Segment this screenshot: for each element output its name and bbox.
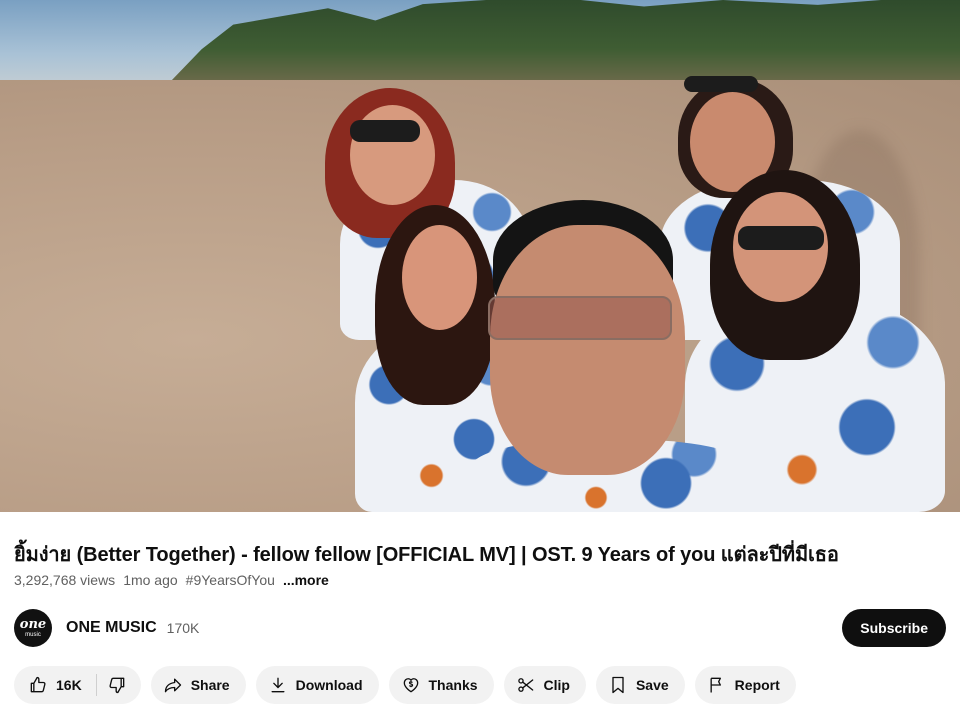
channel-avatar[interactable]: one music [14, 609, 52, 647]
video-meta: 3,292,768 views 1mo ago #9YearsOfYou ...… [14, 572, 329, 588]
person-face [490, 225, 685, 475]
channel-row: one music ONE MUSIC 170K Subscribe [14, 608, 946, 648]
share-arrow-icon [164, 678, 181, 693]
like-button[interactable]: 16K [14, 666, 96, 704]
thanks-button[interactable]: Thanks [388, 666, 494, 704]
thumbs-down-icon [109, 677, 125, 694]
person-face [402, 225, 477, 330]
sunglasses [350, 120, 420, 142]
download-label: Download [295, 677, 363, 693]
avatar-logo-subtext: music [25, 632, 41, 638]
hashtag-link[interactable]: #9YearsOfYou [186, 572, 275, 588]
video-title: ยิ้มง่าย (Better Together) - fellow fell… [14, 544, 839, 566]
share-button[interactable]: Share [150, 666, 246, 704]
sunglasses [738, 226, 824, 250]
dislike-button[interactable] [97, 666, 141, 704]
action-bar: 16K Share Download Thanks Clip Save Repo… [14, 666, 796, 704]
subscribe-button[interactable]: Subscribe [842, 609, 946, 647]
save-label: Save [635, 677, 669, 693]
download-icon [271, 677, 285, 693]
upload-age: 1mo ago [123, 572, 178, 588]
sunglasses [684, 76, 758, 92]
avatar-logo-text: one [19, 617, 47, 632]
scissors-icon [517, 678, 533, 692]
flag-icon [710, 677, 721, 693]
subscriber-count: 170K [166, 620, 200, 636]
thanks-label: Thanks [428, 677, 478, 693]
view-count: 3,292,768 views [14, 572, 116, 588]
share-label: Share [190, 677, 230, 693]
thumbs-up-icon [30, 676, 46, 693]
video-player[interactable] [0, 0, 960, 512]
dollar-heart-icon [403, 678, 418, 693]
save-button[interactable]: Save [595, 666, 685, 704]
clip-label: Clip [543, 677, 570, 693]
glasses [488, 296, 672, 340]
more-button[interactable]: ...more [283, 572, 329, 588]
report-button[interactable]: Report [694, 666, 796, 704]
channel-name[interactable]: ONE MUSIC [66, 619, 157, 637]
like-dislike-group: 16K [14, 666, 141, 704]
download-button[interactable]: Download [255, 666, 379, 704]
like-count: 16K [56, 677, 82, 693]
clip-button[interactable]: Clip [503, 666, 586, 704]
report-label: Report [734, 677, 780, 693]
bookmark-icon [612, 676, 624, 694]
